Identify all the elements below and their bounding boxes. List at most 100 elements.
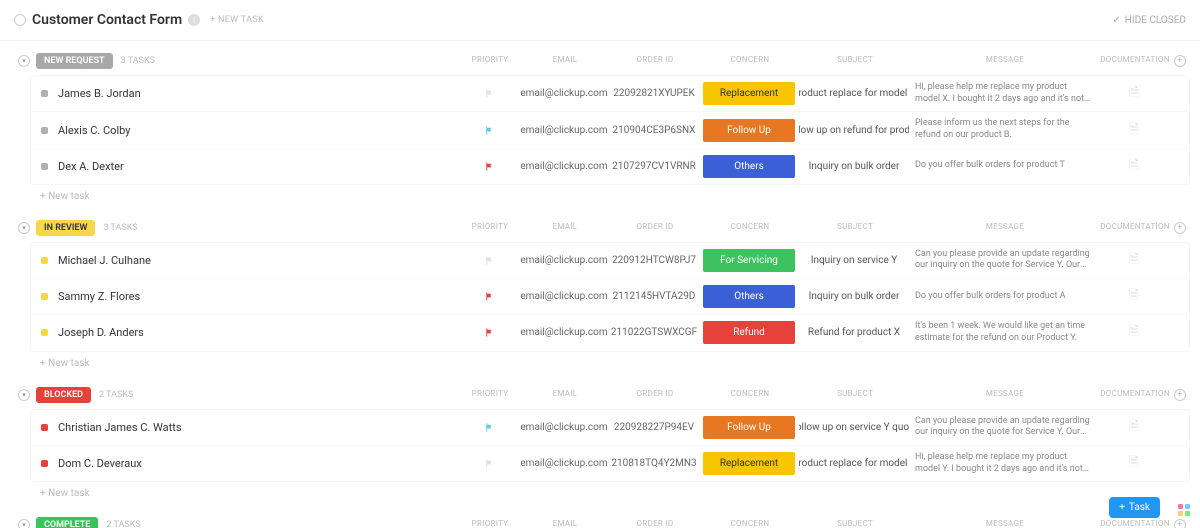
add-column[interactable]: + — [1170, 519, 1190, 528]
col-concern[interactable]: CONCERN — [700, 519, 800, 528]
email-cell: email@clickup.com — [519, 458, 609, 469]
doc-cell[interactable]: 🗎 — [1099, 120, 1169, 141]
col-message[interactable]: MESSAGE — [910, 222, 1100, 234]
task-row[interactable]: Dex A. Dexter email@clickup.com 2107297C… — [31, 149, 1189, 184]
new-task-row[interactable]: + New task — [10, 185, 1190, 208]
status-pill[interactable]: COMPLETE — [36, 517, 98, 528]
new-task-fab[interactable]: + Task — [1109, 497, 1160, 518]
add-column[interactable]: + — [1170, 222, 1190, 234]
status-pill[interactable]: BLOCKED — [36, 387, 91, 403]
priority-flag[interactable] — [459, 125, 519, 136]
task-name[interactable]: James B. Jordan — [58, 87, 459, 100]
col-subject[interactable]: SUBJECT — [800, 55, 910, 67]
task-row[interactable]: Dom C. Deveraux email@clickup.com 210818… — [31, 446, 1189, 481]
priority-flag[interactable] — [459, 458, 519, 469]
apps-icon[interactable] — [1178, 504, 1190, 516]
doc-cell[interactable]: 🗎 — [1099, 453, 1169, 474]
col-message[interactable]: MESSAGE — [910, 389, 1100, 401]
status-pill[interactable]: NEW REQUEST — [36, 53, 113, 69]
col-subject[interactable]: SUBJECT — [800, 222, 910, 234]
col-documentation[interactable]: DOCUMENTATION — [1100, 519, 1170, 528]
collapse-icon[interactable]: ▾ — [18, 389, 30, 401]
doc-cell[interactable]: 🗎 — [1099, 286, 1169, 307]
concern-pill[interactable]: Follow Up — [703, 416, 795, 439]
collapse-icon[interactable]: ▾ — [18, 519, 30, 528]
new-task-row[interactable]: + New task — [10, 352, 1190, 375]
new-task-link[interactable]: + NEW TASK — [210, 15, 264, 25]
col-concern[interactable]: CONCERN — [700, 389, 800, 401]
add-column[interactable]: + — [1170, 389, 1190, 401]
status-dot[interactable] — [41, 90, 48, 97]
col-email[interactable]: EMAIL — [520, 222, 610, 234]
status-dot[interactable] — [41, 329, 48, 336]
collapse-icon[interactable] — [14, 14, 26, 26]
new-task-row[interactable]: + New task — [10, 482, 1190, 505]
col-email[interactable]: EMAIL — [520, 55, 610, 67]
task-name[interactable]: Joseph D. Anders — [58, 326, 459, 339]
concern-pill[interactable]: Refund — [703, 321, 795, 344]
task-row[interactable]: Sammy Z. Flores email@clickup.com 211214… — [31, 279, 1189, 315]
status-pill[interactable]: IN REVIEW — [36, 220, 95, 236]
document-icon: 🗎 — [1129, 453, 1139, 474]
concern-pill[interactable]: Follow Up — [703, 119, 795, 142]
task-name[interactable]: Christian James C. Watts — [58, 421, 459, 434]
status-dot[interactable] — [41, 127, 48, 134]
doc-cell[interactable]: 🗎 — [1099, 250, 1169, 271]
collapse-icon[interactable]: ▾ — [18, 222, 30, 234]
concern-pill[interactable]: Replacement — [703, 82, 795, 105]
col-concern[interactable]: CONCERN — [700, 222, 800, 234]
task-row[interactable]: James B. Jordan email@clickup.com 220928… — [31, 76, 1189, 112]
priority-flag[interactable] — [459, 327, 519, 338]
col-priority[interactable]: PRIORITY — [460, 55, 520, 67]
concern-pill[interactable]: Others — [703, 285, 795, 308]
concern-pill[interactable]: For Servicing — [703, 249, 795, 272]
task-row[interactable]: Alexis C. Colby email@clickup.com 210904… — [31, 112, 1189, 148]
col-documentation[interactable]: DOCUMENTATION — [1100, 55, 1170, 67]
priority-flag[interactable] — [459, 255, 519, 266]
col-subject[interactable]: SUBJECT — [800, 389, 910, 401]
col-orderid[interactable]: ORDER ID — [610, 222, 700, 234]
task-name[interactable]: Sammy Z. Flores — [58, 290, 459, 303]
status-dot[interactable] — [41, 424, 48, 431]
status-dot[interactable] — [41, 460, 48, 467]
doc-cell[interactable]: 🗎 — [1099, 417, 1169, 438]
col-concern[interactable]: CONCERN — [700, 55, 800, 67]
priority-flag[interactable] — [459, 161, 519, 172]
task-name[interactable]: Dex A. Dexter — [58, 160, 459, 173]
status-dot[interactable] — [41, 257, 48, 264]
hide-closed-toggle[interactable]: ✓ HIDE CLOSED — [1112, 15, 1186, 26]
col-message[interactable]: MESSAGE — [910, 55, 1100, 67]
subject-cell: Inquiry on bulk order — [799, 291, 909, 302]
col-email[interactable]: EMAIL — [520, 389, 610, 401]
col-documentation[interactable]: DOCUMENTATION — [1100, 222, 1170, 234]
concern-pill[interactable]: Others — [703, 155, 795, 178]
col-documentation[interactable]: DOCUMENTATION — [1100, 389, 1170, 401]
col-orderid[interactable]: ORDER ID — [610, 519, 700, 528]
status-dot[interactable] — [41, 163, 48, 170]
add-column[interactable]: + — [1170, 55, 1190, 67]
col-orderid[interactable]: ORDER ID — [610, 389, 700, 401]
doc-cell[interactable]: 🗎 — [1099, 83, 1169, 104]
col-priority[interactable]: PRIORITY — [460, 519, 520, 528]
priority-flag[interactable] — [459, 291, 519, 302]
priority-flag[interactable] — [459, 88, 519, 99]
task-name[interactable]: Alexis C. Colby — [58, 124, 459, 137]
col-message[interactable]: MESSAGE — [910, 519, 1100, 528]
task-name[interactable]: Dom C. Deveraux — [58, 457, 459, 470]
doc-cell[interactable]: 🗎 — [1099, 156, 1169, 177]
collapse-icon[interactable]: ▾ — [18, 55, 30, 67]
col-priority[interactable]: PRIORITY — [460, 389, 520, 401]
col-subject[interactable]: SUBJECT — [800, 519, 910, 528]
concern-pill[interactable]: Replacement — [703, 452, 795, 475]
task-row[interactable]: Michael J. Culhane email@clickup.com 220… — [31, 243, 1189, 279]
priority-flag[interactable] — [459, 422, 519, 433]
col-priority[interactable]: PRIORITY — [460, 222, 520, 234]
task-name[interactable]: Michael J. Culhane — [58, 254, 459, 267]
info-icon[interactable]: i — [188, 14, 200, 26]
doc-cell[interactable]: 🗎 — [1099, 322, 1169, 343]
status-dot[interactable] — [41, 293, 48, 300]
task-row[interactable]: Christian James C. Watts email@clickup.c… — [31, 410, 1189, 446]
col-orderid[interactable]: ORDER ID — [610, 55, 700, 67]
col-email[interactable]: EMAIL — [520, 519, 610, 528]
task-row[interactable]: Joseph D. Anders email@clickup.com 21102… — [31, 315, 1189, 350]
